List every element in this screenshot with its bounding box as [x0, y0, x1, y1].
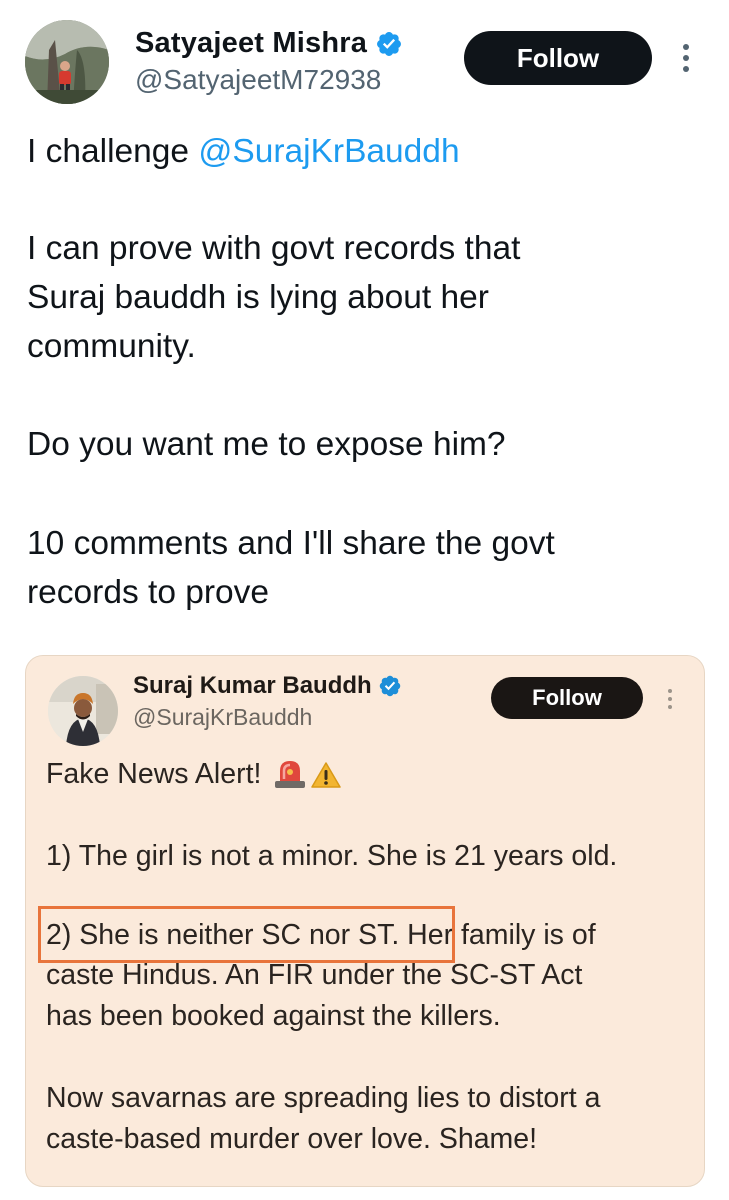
quoted-author-name-row: Suraj Kumar Bauddh	[133, 672, 402, 700]
tweet-text-line: records to prove	[27, 574, 270, 611]
quoted-author-name: Suraj Kumar Bauddh	[133, 672, 372, 699]
dot	[668, 689, 672, 693]
more-options-icon[interactable]	[672, 36, 700, 80]
follow-button[interactable]: Follow	[464, 31, 652, 85]
quoted-author-avatar	[48, 676, 118, 746]
quoted-text-line: caste-based murder over love. Shame!	[46, 1123, 538, 1155]
quoted-follow-button: Follow	[491, 677, 643, 719]
verified-badge-icon	[378, 674, 402, 698]
author-name-row: Satyajeet Mishra	[135, 27, 403, 60]
quoted-text-line: 1) The girl is not a minor. She is 21 ye…	[46, 840, 618, 872]
quoted-text-line: Fake News Alert!	[46, 754, 342, 794]
quoted-text: Fake News Alert!	[46, 758, 262, 790]
avatar-photo	[48, 676, 118, 746]
avatar-photo	[25, 20, 109, 104]
tweet-text-prefix: I challenge	[27, 133, 199, 170]
quoted-text-line: 2) She is neither SC nor ST. Her family …	[46, 919, 596, 951]
tweet-text-line: Do you want me to expose him?	[27, 426, 506, 463]
tweet-text-line: 10 comments and I'll share the govt	[27, 525, 555, 562]
quoted-text-line: caste Hindus. An FIR under the SC-ST Act	[46, 959, 583, 991]
tweet-text-line: community.	[27, 328, 196, 365]
verified-badge-icon	[375, 30, 403, 58]
dot	[683, 44, 689, 50]
quoted-text-line: Now savarnas are spreading lies to disto…	[46, 1082, 601, 1114]
tweet-text-line: I challenge @SurajKrBauddh	[27, 127, 460, 176]
quoted-text-line: has been booked against the killers.	[46, 1000, 501, 1032]
dot	[683, 55, 689, 61]
siren-icon	[273, 757, 307, 789]
quoted-tweet-image[interactable]: Suraj Kumar Bauddh @SurajKrBauddh Follow…	[25, 655, 705, 1187]
dot	[683, 66, 689, 72]
warning-icon	[311, 761, 342, 789]
tweet-text-line: Suraj bauddh is lying about her	[27, 279, 489, 316]
author-handle[interactable]: @SatyajeetM72938	[135, 64, 381, 96]
mention-link[interactable]: @SurajKrBauddh	[198, 133, 459, 170]
more-options-icon	[662, 683, 678, 715]
dot	[668, 705, 672, 709]
tweet-text-line: I can prove with govt records that	[27, 230, 521, 267]
author-name[interactable]: Satyajeet Mishra	[135, 27, 367, 60]
dot	[668, 697, 672, 701]
quoted-author-handle: @SurajKrBauddh	[133, 704, 313, 730]
author-avatar[interactable]	[25, 20, 109, 104]
